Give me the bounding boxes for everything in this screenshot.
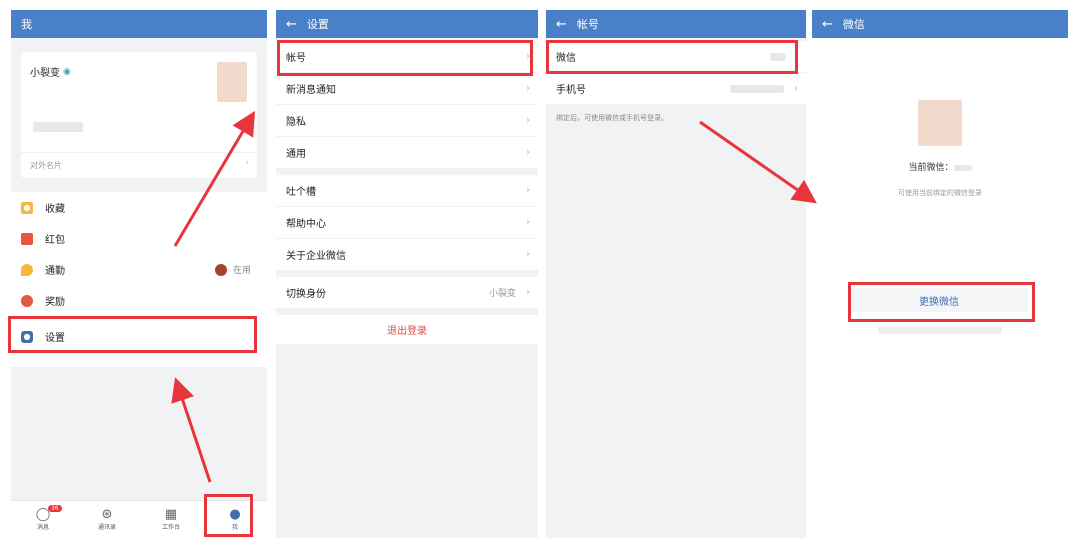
chevron-right-icon: › [526,287,530,298]
chevron-right-icon: › [526,83,530,94]
favorites-icon: ● [21,201,33,214]
red-packet-icon [21,232,33,245]
chevron-right-icon: › [245,158,249,168]
back-arrow-icon[interactable]: ← [822,17,833,32]
row-label: 新消息通知 [286,85,336,96]
account-title: 帐号 [576,18,599,31]
highlight-account [277,40,533,76]
chevron-right-icon: › [526,147,530,158]
row-label: 手机号 [556,85,586,96]
tab-messages[interactable]: ◯ 消息 36 [11,501,75,538]
profile-info-blurred [33,122,83,132]
account-item-phone[interactable]: 手机号 › [546,73,806,105]
menu-label: 奖励 [45,297,65,308]
menu-item-reward[interactable]: 奖励 [11,285,267,316]
settings-item-privacy[interactable]: 隐私 › [276,105,538,137]
contacts-tree-icon: ⊛ [101,507,113,522]
back-arrow-icon[interactable]: ← [556,17,567,32]
menu-label: 红包 [45,235,65,246]
profile-name: 小裂变 [30,68,60,79]
row-label: 关于企业微信 [286,251,346,262]
tab-workbench[interactable]: ▦ 工作台 [139,501,203,538]
settings-item-about[interactable]: 关于企业微信 › [276,239,538,271]
row-label: 吐个槽 [286,187,316,198]
current-wechat-label: 当前微信： [908,163,954,173]
logout-button[interactable]: 退出登录 [276,315,538,345]
chevron-right-icon: › [526,185,530,196]
commute-pin-icon [21,263,33,276]
menu-item-favorites[interactable]: ● 收藏 [11,192,267,223]
reward-medal-icon [21,294,33,307]
settings-item-feedback[interactable]: 吐个槽 › [276,175,538,207]
account-hint: 绑定后，可使用微信或手机号登录。 [556,114,668,122]
menu-label: 收藏 [45,204,65,215]
wechat-screen: ← 微信 当前微信： 可使用当前绑定的微信登录 更换微信 [812,10,1068,538]
logout-label: 退出登录 [387,326,427,337]
row-label: 帮助中心 [286,219,326,230]
account-header: ← 帐号 [546,10,806,38]
row-label: 通用 [286,149,306,160]
highlight-change-wechat [848,282,1035,322]
current-wechat-value-blurred [953,164,972,171]
me-header: 我 [11,10,267,38]
chevron-right-icon: › [794,83,798,94]
back-arrow-icon[interactable]: ← [286,17,297,32]
wechat-hint: 可使用当前绑定的微信登录 [898,189,982,197]
menu-label: 通勤 [45,266,65,277]
tab-contacts[interactable]: ⊛ 通讯录 [75,501,139,538]
verified-shield-icon: ◉ [63,66,71,77]
highlight-me-tab [204,494,253,537]
phone-value-blurred [730,85,784,93]
commute-avatar [215,263,227,276]
unread-badge: 36 [48,505,62,512]
settings-item-notifications[interactable]: 新消息通知 › [276,73,538,105]
wechat-avatar [918,100,962,146]
settings-screen: ← 设置 帐号 › 新消息通知 › 隐私 › 通用 › 吐个槽 › 帮助中心 › 关于企业微… [276,10,538,538]
tab-label: 工作台 [161,524,180,531]
workbench-grid-icon: ▦ [164,507,178,522]
menu-item-commute[interactable]: 通勤 在用 [11,254,267,285]
profile-card[interactable]: 小裂变 ◉ 对外名片 › [21,52,257,178]
row-value: 小裂变 [488,289,516,299]
current-wechat: 当前微信： [812,160,1068,173]
chevron-right-icon: › [526,217,530,228]
wechat-header: ← 微信 [812,10,1068,38]
footer-text-blurred [878,326,1002,334]
me-title: 我 [21,18,32,31]
highlight-wechat [546,40,798,74]
chevron-right-icon: › [526,115,530,126]
commute-status: 在用 [232,266,251,276]
me-screen: 我 小裂变 ◉ 对外名片 › ● 收藏 红包 通勤 在用 奖励 ● 设置 ◯ 消… [11,10,267,538]
row-label: 切换身份 [286,289,326,300]
account-screen: ← 帐号 微信 › 手机号 › 绑定后，可使用微信或手机号登录。 [546,10,806,538]
menu-item-red-packet[interactable]: 红包 [11,223,267,254]
wechat-title: 微信 [842,18,865,31]
tab-label: 消息 [36,524,49,531]
tab-label: 通讯录 [97,524,116,531]
avatar [217,62,247,102]
chevron-right-icon: › [526,249,530,260]
settings-item-general[interactable]: 通用 › [276,137,538,169]
settings-item-switch-identity[interactable]: 切换身份 小裂变 › [276,277,538,309]
settings-header: ← 设置 [276,10,538,38]
business-card-label: 对外名片 [30,161,62,170]
settings-title: 设置 [306,18,329,31]
row-label: 隐私 [286,117,306,128]
settings-item-help[interactable]: 帮助中心 › [276,207,538,239]
highlight-settings [8,316,257,353]
